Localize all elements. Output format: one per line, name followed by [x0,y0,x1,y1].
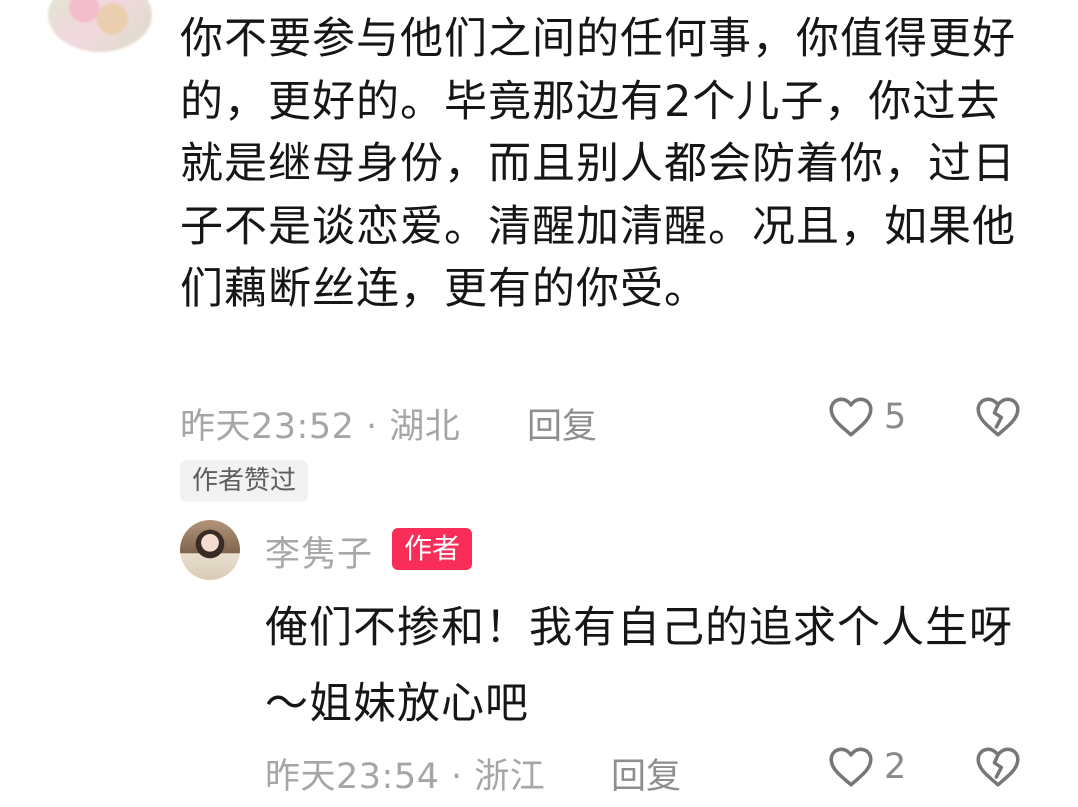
comment-dislike-button[interactable] [973,392,1023,446]
commenter-avatar[interactable] [48,0,152,52]
reply-dislike-button[interactable] [973,742,1023,796]
comment-like-button[interactable]: 5 [826,392,906,442]
comment-like-count: 5 [884,397,907,437]
reply-meta: 昨天23:54 · 浙江 [265,757,546,797]
comment-text: 你不要参与他们之间的任何事，你值得更好的，更好的。毕竟那边有2个儿子，你过去就是… [180,14,1016,314]
author-liked-tag: 作者赞过 [180,460,309,502]
author-badge: 作者 [392,528,473,570]
comment-meta: 昨天23:52 · 湖北 [180,407,461,447]
heart-outline-icon [829,747,873,787]
comment-reply-button[interactable]: 回复 [527,398,597,449]
reply-author-name[interactable]: 李隽子 [265,526,373,577]
author-avatar[interactable] [180,520,240,580]
heart-outline-icon [829,397,873,437]
broken-heart-icon [976,747,1020,787]
broken-heart-icon [976,397,1020,437]
reply-like-count: 2 [884,747,907,787]
reply-reply-button[interactable]: 回复 [611,748,681,799]
reply-text: 俺们不掺和！我有自己的追求个人生呀～姐妹放心吧 [265,603,1013,729]
reply-like-button[interactable]: 2 [826,742,906,792]
